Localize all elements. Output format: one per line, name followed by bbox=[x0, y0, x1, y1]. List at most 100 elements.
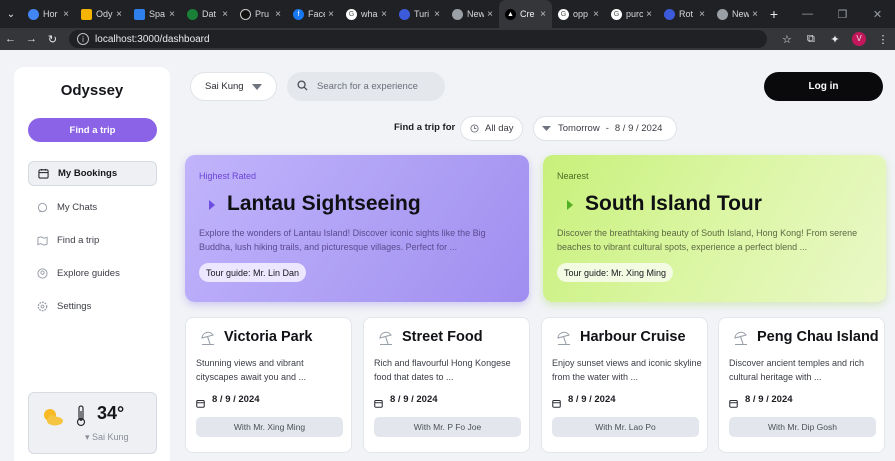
tour-guide-button[interactable]: With Mr. P Fo Joe bbox=[374, 417, 521, 437]
browser-tab[interactable]: Spa × bbox=[128, 0, 181, 28]
tab-close-icon[interactable]: × bbox=[219, 9, 231, 20]
tab-favicon-icon: G bbox=[611, 8, 622, 20]
calendar-icon bbox=[729, 395, 738, 413]
tab-close-icon[interactable]: × bbox=[325, 9, 337, 20]
bookmark-star-icon[interactable]: ☆ bbox=[775, 33, 799, 46]
play-triangle-icon bbox=[567, 200, 573, 210]
calendar-icon bbox=[552, 395, 561, 413]
location-select[interactable]: Sai Kung bbox=[190, 72, 277, 101]
tab-close-icon[interactable]: × bbox=[60, 9, 72, 20]
search-input[interactable] bbox=[317, 81, 442, 92]
tour-card[interactable]: Peng Chau Island Discover ancient temple… bbox=[718, 317, 885, 453]
browser-tab[interactable]: Dat × bbox=[181, 0, 234, 28]
day-filter-value: Tomorrow bbox=[558, 123, 600, 134]
browser-tab[interactable]: Gopp × bbox=[552, 0, 605, 28]
address-bar[interactable]: i localhost:3000/dashboard bbox=[69, 30, 767, 48]
featured-title: Lantau Sightseeing bbox=[227, 192, 421, 215]
sidebar-item-label: My Bookings bbox=[58, 168, 118, 179]
browser-tab[interactable]: Gpurc × bbox=[605, 0, 658, 28]
browser-menu-icon[interactable]: ⋮ bbox=[871, 33, 895, 46]
people-icon bbox=[36, 268, 48, 280]
date-filter[interactable]: Tomorrow - 8 / 9 / 2024 bbox=[533, 116, 677, 141]
tab-favicon-icon bbox=[717, 8, 728, 20]
browser-tab[interactable]: New × bbox=[711, 0, 764, 28]
new-tab-icon[interactable]: + bbox=[764, 6, 784, 22]
tour-guide-badge[interactable]: Tour guide: Mr. Lin Dan bbox=[199, 263, 307, 282]
reload-icon[interactable]: ↻ bbox=[42, 33, 63, 46]
featured-kicker: Nearest bbox=[557, 171, 589, 181]
tour-date: 8 / 9 / 2024 bbox=[212, 394, 260, 405]
browser-tab-active[interactable]: ▲ Cre × bbox=[499, 0, 552, 28]
tab-close-icon[interactable]: × bbox=[272, 9, 284, 20]
tour-card[interactable]: Victoria Park Stunning views and vibrant… bbox=[185, 317, 352, 453]
featured-card-lantau[interactable]: Highest Rated Lantau Sightseeing Explore… bbox=[185, 155, 529, 302]
search-bar[interactable] bbox=[287, 72, 445, 101]
tab-close-icon[interactable]: × bbox=[537, 9, 549, 20]
find-trip-button[interactable]: Find a trip bbox=[28, 118, 157, 142]
browser-tab[interactable]: New × bbox=[446, 0, 499, 28]
tour-guide-badge[interactable]: Tour guide: Mr. Xing Ming bbox=[557, 263, 674, 282]
sidebar-item-find-a-trip[interactable]: Find a trip bbox=[28, 228, 157, 253]
tab-close-icon[interactable]: × bbox=[431, 9, 443, 20]
time-filter[interactable]: All day bbox=[460, 116, 523, 141]
tour-card[interactable]: Harbour Cruise Enjoy sunset views and ic… bbox=[541, 317, 708, 453]
tour-description: Discover ancient temples and rich cultur… bbox=[729, 358, 865, 382]
tour-card[interactable]: Street Food Rich and flavourful Hong Kon… bbox=[363, 317, 530, 453]
maximize-icon[interactable]: ❐ bbox=[825, 8, 860, 21]
site-info-icon[interactable]: i bbox=[77, 33, 90, 45]
play-triangle-icon bbox=[209, 200, 215, 210]
browser-tab[interactable]: Ody × bbox=[75, 0, 128, 28]
browser-tab[interactable]: fFace× bbox=[287, 0, 340, 28]
tab-close-icon[interactable]: × bbox=[643, 9, 655, 20]
tab-search-chevron-icon[interactable]: ⌄ bbox=[0, 0, 22, 28]
tab-close-icon[interactable]: × bbox=[696, 9, 708, 20]
tab-close-icon[interactable]: × bbox=[590, 9, 602, 20]
weather-widget: 34° ▾ Sai Kung bbox=[28, 392, 157, 454]
brand-title: Odyssey bbox=[60, 82, 124, 99]
browser-tab[interactable]: Rot × bbox=[658, 0, 711, 28]
tour-guide-button[interactable]: With Mr. Dip Gosh bbox=[729, 417, 876, 437]
sidebar-item-label: My Chats bbox=[57, 202, 98, 213]
browser-tab[interactable]: Pru × bbox=[234, 0, 287, 28]
browser-tab[interactable]: Hor × bbox=[22, 0, 75, 28]
map-icon bbox=[36, 235, 48, 247]
sidebar: Odyssey Find a trip My Bookings My Chats… bbox=[14, 67, 170, 461]
profile-avatar[interactable]: V bbox=[851, 32, 866, 46]
url-text: localhost:3000/dashboard bbox=[95, 33, 210, 45]
window-controls: — ❐ ✕ bbox=[790, 0, 895, 28]
login-button[interactable]: Log in bbox=[764, 72, 883, 101]
chevron-down-icon bbox=[542, 125, 551, 132]
featured-card-south-island[interactable]: Nearest South Island Tour Discover the b… bbox=[543, 155, 886, 302]
tab-close-icon[interactable]: × bbox=[113, 9, 125, 20]
calendar-icon bbox=[196, 395, 205, 413]
sidebar-item-my-chats[interactable]: My Chats bbox=[28, 195, 157, 220]
tour-guide-button[interactable]: With Mr. Xing Ming bbox=[196, 417, 343, 437]
tour-description: Stunning views and vibrant cityscapes aw… bbox=[196, 358, 307, 382]
tour-guide-button[interactable]: With Mr. Lao Po bbox=[552, 417, 699, 437]
sidebar-item-explore-guides[interactable]: Explore guides bbox=[28, 261, 157, 286]
search-icon bbox=[297, 78, 308, 96]
tab-close-icon[interactable]: × bbox=[166, 9, 178, 20]
tab-favicon-icon: f bbox=[293, 8, 304, 20]
tab-favicon-icon bbox=[664, 8, 675, 20]
extensions-icon[interactable]: ⧉ bbox=[799, 33, 823, 46]
date-separator: - bbox=[605, 123, 609, 134]
browser-tab[interactable]: Gwha × bbox=[340, 0, 393, 28]
tab-favicon-icon bbox=[399, 8, 410, 20]
forward-icon[interactable]: → bbox=[21, 33, 42, 45]
tab-close-icon[interactable]: × bbox=[378, 9, 390, 20]
sidebar-item-settings[interactable]: Settings bbox=[28, 294, 157, 319]
close-window-icon[interactable]: ✕ bbox=[860, 8, 895, 21]
tab-close-icon[interactable]: × bbox=[484, 9, 496, 20]
sidebar-item-my-bookings[interactable]: My Bookings bbox=[28, 161, 157, 186]
back-icon[interactable]: ← bbox=[0, 33, 21, 45]
tab-close-icon[interactable]: × bbox=[749, 9, 761, 20]
ai-assistant-icon[interactable]: ✦ bbox=[823, 33, 847, 46]
tour-name: Harbour Cruise bbox=[580, 329, 686, 345]
gear-icon bbox=[36, 301, 48, 313]
browser-tab[interactable]: Turi × bbox=[393, 0, 446, 28]
minimize-icon[interactable]: — bbox=[790, 8, 825, 20]
beach-umbrella-icon bbox=[556, 330, 572, 351]
featured-title: South Island Tour bbox=[585, 192, 762, 215]
tour-name: Peng Chau Island bbox=[757, 329, 879, 345]
